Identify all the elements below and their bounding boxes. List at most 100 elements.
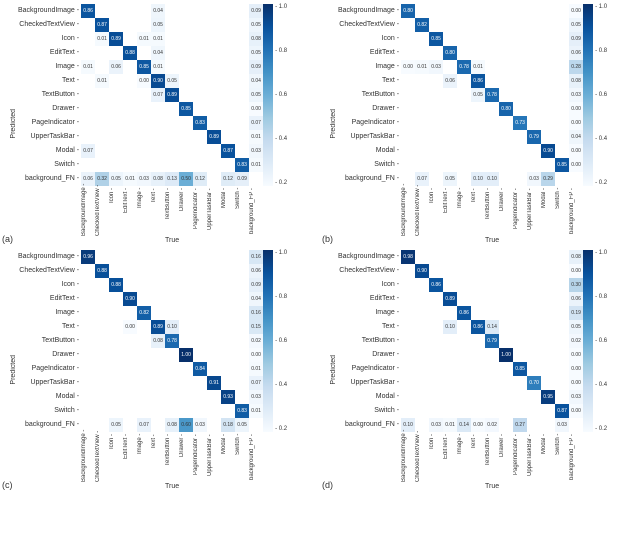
heatmap-cell [541, 158, 555, 172]
x-tick: TextButton - [165, 188, 179, 236]
heatmap-cell [109, 348, 123, 362]
heatmap-cell [179, 60, 193, 74]
heatmap-cell: 0.00 [471, 418, 485, 432]
heatmap-cell [165, 362, 179, 376]
x-ticks: BackgroundImage -CheckedTextView -Icon -… [401, 434, 583, 482]
heatmap-cell: 0.05 [443, 172, 457, 186]
heatmap-cell [165, 390, 179, 404]
heatmap-cell [457, 264, 471, 278]
heatmap-cell [179, 4, 193, 18]
heatmap-cell [193, 130, 207, 144]
heatmap-cell [471, 292, 485, 306]
heatmap-cell [235, 18, 249, 32]
heatmap-cell: 0.06 [569, 292, 583, 306]
heatmap-cell [95, 46, 109, 60]
y-tick: Switch - [338, 404, 399, 418]
colorbar-tick: - 0.8 [595, 294, 607, 300]
heatmap-cell [193, 60, 207, 74]
heatmap-cell: 0.79 [527, 130, 541, 144]
heatmap-cell [555, 144, 569, 158]
heatmap-cell [415, 334, 429, 348]
heatmap-cell [193, 158, 207, 172]
heatmap-cell [457, 292, 471, 306]
heatmap-cell [193, 292, 207, 306]
heatmap-cell: 0.27 [513, 418, 527, 432]
heatmap-cell [123, 32, 137, 46]
x-tick: BackgroundImage - [81, 188, 95, 236]
heatmap-cell [457, 88, 471, 102]
heatmap-cell [457, 390, 471, 404]
y-tick: background_FN - [338, 172, 399, 186]
heatmap-cell: 0.00 [569, 158, 583, 172]
heatmap-cell [193, 278, 207, 292]
xlabel: True [401, 237, 583, 244]
heatmap-cell [429, 250, 443, 264]
heatmap-cell: 0.18 [221, 418, 235, 432]
heatmap-cell [541, 116, 555, 130]
heatmap-cell [555, 102, 569, 116]
heatmap-cell: 0.60 [179, 418, 193, 432]
heatmap-cell: 0.30 [569, 278, 583, 292]
heatmap-cell: 0.29 [541, 172, 555, 186]
heatmap-cell [137, 130, 151, 144]
x-tick: Modal - [541, 434, 555, 482]
heatmap-cell [207, 334, 221, 348]
heatmap-cell [527, 404, 541, 418]
heatmap-cell: 0.06 [109, 60, 123, 74]
heatmap-cell: 0.00 [249, 348, 263, 362]
heatmap-cell [81, 334, 95, 348]
heatmap-cell [415, 46, 429, 60]
y-tick: EditText - [338, 292, 399, 306]
heatmap-cell [457, 46, 471, 60]
heatmap-cell [499, 116, 513, 130]
heatmap-cell: 0.10 [165, 320, 179, 334]
heatmap-cell [527, 46, 541, 60]
heatmap-cell [401, 376, 415, 390]
heatmap-cell [555, 116, 569, 130]
heatmap-cell [95, 306, 109, 320]
heatmap-cell [513, 88, 527, 102]
heatmap-cell: 0.02 [569, 334, 583, 348]
heatmap-cell [151, 348, 165, 362]
heatmap-cell [81, 18, 95, 32]
heatmap-cell [221, 60, 235, 74]
heatmap-cell [513, 102, 527, 116]
heatmap-cell [207, 158, 221, 172]
heatmap-cell: 0.03 [569, 88, 583, 102]
heatmap-cell [221, 18, 235, 32]
x-tick: Switch - [555, 434, 569, 482]
x-tick: CheckedTextView - [95, 434, 109, 482]
x-tick: CheckedTextView - [415, 188, 429, 236]
heatmap-cell [485, 46, 499, 60]
heatmap-cell [207, 292, 221, 306]
colorbar-gradient [583, 4, 593, 186]
x-tick: Icon - [429, 434, 443, 482]
heatmap-cell [401, 74, 415, 88]
y-tick: Icon - [338, 278, 399, 292]
heatmap-cell [429, 46, 443, 60]
heatmap-cell [221, 376, 235, 390]
heatmap-cell [471, 334, 485, 348]
heatmap-cell [555, 60, 569, 74]
heatmap-cell: 0.82 [415, 18, 429, 32]
x-tick: Switch - [555, 188, 569, 236]
heatmap-cell [541, 306, 555, 320]
heatmap-cell [207, 362, 221, 376]
heatmap-cell: 0.86 [471, 74, 485, 88]
heatmap-cell: 0.01 [249, 158, 263, 172]
heatmap-cell [221, 74, 235, 88]
heatmap-cell [109, 74, 123, 88]
heatmap-cell [109, 46, 123, 60]
heatmap-cell [527, 88, 541, 102]
panel-a: PredictedBackgroundImage -CheckedTextVie… [0, 0, 320, 246]
heatmap-cell [457, 158, 471, 172]
heatmap-matrix: 0.960.160.880.060.880.090.900.040.820.16… [81, 250, 263, 432]
heatmap-cell [81, 88, 95, 102]
heatmap-cell: 0.02 [249, 334, 263, 348]
heatmap-cell [485, 32, 499, 46]
colorbar-tick: - 0.6 [595, 92, 607, 98]
heatmap-cell [415, 362, 429, 376]
heatmap-cell [555, 88, 569, 102]
heatmap-cell [541, 404, 555, 418]
heatmap-cell [471, 130, 485, 144]
